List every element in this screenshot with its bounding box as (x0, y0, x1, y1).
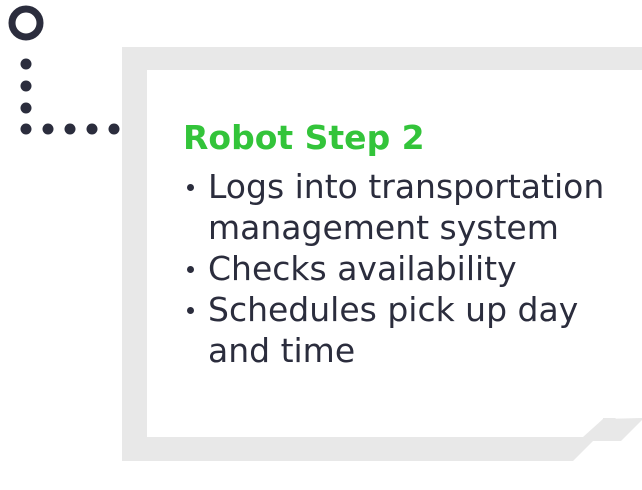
step-title: Robot Step 2 (183, 118, 425, 157)
bullet-item: Schedules pick up day and time (183, 289, 613, 371)
start-node-icon (8, 5, 44, 41)
bullet-item: Checks availability (183, 248, 613, 289)
bullet-item: Logs into transportation management syst… (183, 166, 613, 248)
step-content: Robot Step 2 Logs into transportation ma… (183, 118, 613, 371)
step-bullet-list: Logs into transportation management syst… (183, 166, 613, 371)
step-diagram: Robot Step 2 Logs into transportation ma… (0, 0, 642, 490)
